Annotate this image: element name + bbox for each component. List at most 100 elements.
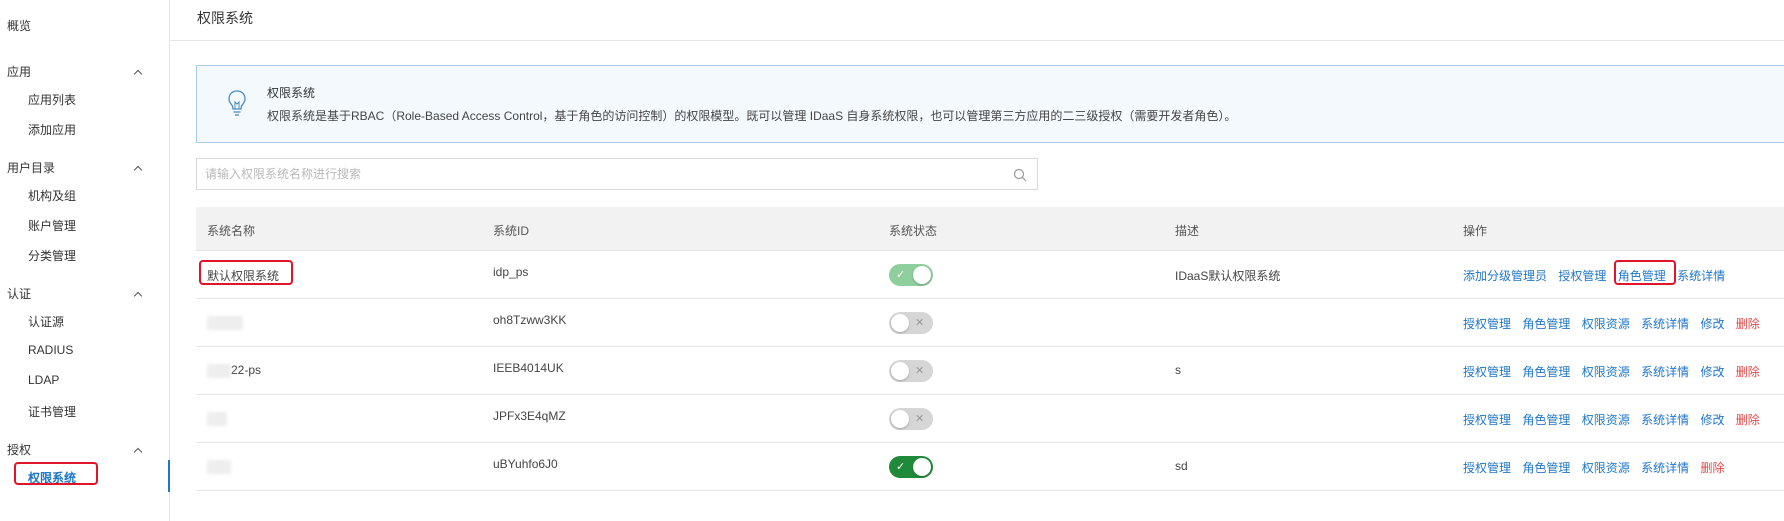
system-details-link[interactable]: 系统详情 [1641,461,1689,475]
table-header: 系统名称 系统ID 系统状态 描述 操作 [196,207,1784,251]
search-input[interactable] [197,159,997,189]
system-id: IEEB4014UK [493,361,564,375]
system-details-link[interactable]: 系统详情 [1641,413,1689,427]
permission-resources-link[interactable]: 权限资源 [1582,461,1630,475]
role-management-link[interactable]: 角色管理 [1522,317,1570,331]
column-header-id: 系统ID [493,224,530,238]
column-header-name: 系统名称 [207,224,256,238]
sidebar-group-label: 认证 [7,287,32,301]
system-name [207,411,227,426]
delete-link[interactable]: 删除 [1736,413,1760,427]
chevron-up-icon [134,68,142,76]
system-details-link[interactable]: 系统详情 [1641,365,1689,379]
system-description: sd [1175,459,1188,473]
sidebar-item-auth-source[interactable]: 认证源 [28,313,64,330]
sidebar-group-apps[interactable]: 应用 [7,63,142,80]
page-title: 权限系统 [197,10,253,26]
active-indicator [168,460,170,492]
column-header-status: 系统状态 [889,224,938,238]
x-icon: ✕ [915,365,925,377]
table-row: 默认权限系统 idp_ps ✓ IDaaS默认权限系统 添加分级管理员 授权管理… [196,251,1784,299]
sidebar-group-directory[interactable]: 用户目录 [7,159,142,176]
table-row: uBYuhfo6J0 ✓ sd 授权管理 角色管理 权限资源 系统详情 删除 [196,443,1784,491]
system-id: uBYuhfo6J0 [493,457,558,471]
check-icon: ✓ [896,269,906,281]
sidebar-group-label: 用户目录 [7,161,56,175]
system-id: idp_ps [493,265,529,279]
status-toggle[interactable]: ✕ [889,408,933,430]
table-row: oh8Tzww3KK ✕ 授权管理 角色管理 权限资源 系统详情 修改 删除 [196,299,1784,347]
delete-link[interactable]: 删除 [1700,461,1724,475]
role-management-link[interactable]: 角色管理 [1522,413,1570,427]
row-actions: 授权管理 角色管理 权限资源 系统详情 修改 删除 [1463,315,1768,332]
sidebar: 概览 应用 应用列表 添加应用 用户目录 机构及组 账户管理 分类管理 认证 认… [0,0,170,521]
edit-link[interactable]: 修改 [1700,365,1724,379]
permission-resources-link[interactable]: 权限资源 [1582,413,1630,427]
authorization-link[interactable]: 授权管理 [1463,317,1511,331]
highlight-box [199,260,293,285]
redacted-text [207,315,243,330]
lightbulb-icon [228,90,246,116]
chevron-up-icon [134,446,142,454]
delete-link[interactable]: 删除 [1736,365,1760,379]
status-toggle[interactable]: ✕ [889,360,933,382]
row-actions: 授权管理 角色管理 权限资源 系统详情 修改 删除 [1463,411,1768,428]
sidebar-item-app-list[interactable]: 应用列表 [28,91,76,108]
status-toggle[interactable]: ✓ [889,264,933,286]
sidebar-item-certificates[interactable]: 证书管理 [28,403,76,420]
search-icon[interactable] [1013,168,1027,182]
row-actions: 授权管理 角色管理 权限资源 系统详情 删除 [1463,459,1732,476]
table-row: JPFx3E4qMZ ✕ 授权管理 角色管理 权限资源 系统详情 修改 删除 [196,395,1784,443]
system-details-link[interactable]: 系统详情 [1677,269,1725,283]
search-box [196,158,1038,190]
x-icon: ✕ [915,413,925,425]
info-description: 权限系统是基于RBAC（Role-Based Access Control，基于… [267,109,1237,123]
info-banner: 权限系统 权限系统是基于RBAC（Role-Based Access Contr… [196,65,1784,143]
system-name [207,315,243,330]
authorization-link[interactable]: 授权管理 [1463,413,1511,427]
add-admin-link[interactable]: 添加分级管理员 [1463,269,1547,283]
permission-resources-link[interactable]: 权限资源 [1582,317,1630,331]
info-title: 权限系统 [267,86,316,100]
edit-link[interactable]: 修改 [1700,317,1724,331]
toggle-knob [913,458,931,476]
permission-resources-link[interactable]: 权限资源 [1582,365,1630,379]
sidebar-item-categories[interactable]: 分类管理 [28,247,76,264]
toggle-knob [891,410,909,428]
redacted-text [207,411,227,426]
row-actions: 授权管理 角色管理 权限资源 系统详情 修改 删除 [1463,363,1768,380]
sidebar-item-accounts[interactable]: 账户管理 [28,217,76,234]
authorization-link[interactable]: 授权管理 [1558,269,1606,283]
chevron-up-icon [134,290,142,298]
system-details-link[interactable]: 系统详情 [1641,317,1689,331]
highlight-box [1614,260,1676,285]
row-actions: 添加分级管理员 授权管理 角色管理 系统详情 [1463,267,1733,284]
role-management-link[interactable]: 角色管理 [1522,365,1570,379]
sidebar-group-auth[interactable]: 认证 [7,285,142,302]
system-description: s [1175,363,1181,377]
sidebar-item-org[interactable]: 机构及组 [28,187,76,204]
status-toggle[interactable]: ✓ [889,456,933,478]
permission-system-table: 系统名称 系统ID 系统状态 描述 操作 默认权限系统 idp_ps ✓ IDa… [196,207,1784,491]
role-management-link[interactable]: 角色管理 [1522,461,1570,475]
system-name: 22-ps [207,363,261,378]
x-icon: ✕ [915,317,925,329]
page-header: 权限系统 [171,0,1784,41]
sidebar-item-overview[interactable]: 概览 [7,17,31,34]
sidebar-item-add-app[interactable]: 添加应用 [28,121,76,138]
system-id: oh8Tzww3KK [493,313,567,327]
sidebar-item-ldap[interactable]: LDAP [28,373,59,387]
sidebar-item-radius[interactable]: RADIUS [28,343,73,357]
sidebar-group-label: 授权 [7,443,32,457]
delete-link[interactable]: 删除 [1736,317,1760,331]
sidebar-group-authorization[interactable]: 授权 [7,441,142,458]
chevron-up-icon [134,164,142,172]
highlight-box [14,462,98,485]
authorization-link[interactable]: 授权管理 [1463,365,1511,379]
status-toggle[interactable]: ✕ [889,312,933,334]
edit-link[interactable]: 修改 [1700,413,1724,427]
system-id: JPFx3E4qMZ [493,409,566,423]
column-header-actions: 操作 [1463,224,1488,238]
system-description: IDaaS默认权限系统 [1175,269,1281,283]
authorization-link[interactable]: 授权管理 [1463,461,1511,475]
